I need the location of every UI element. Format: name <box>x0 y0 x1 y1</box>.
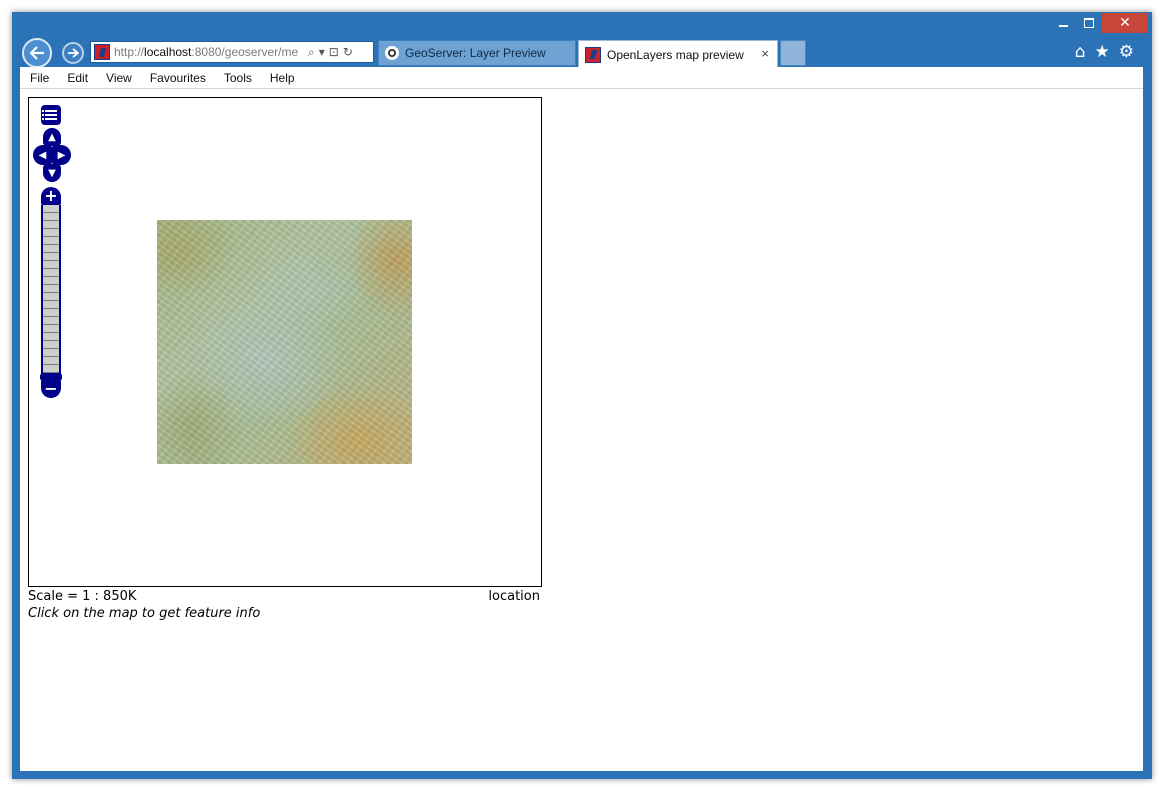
dropdown-icon[interactable]: ▾ <box>319 45 325 59</box>
browser-window: ✕ http://localhost:8080/geoserver/me ⌕ ▾… <box>12 12 1152 779</box>
menu-help[interactable]: Help <box>260 71 303 85</box>
url-text: http://localhost:8080/geoserver/me <box>114 45 299 59</box>
zoom-in-button[interactable]: + <box>41 187 61 205</box>
maximize-button[interactable] <box>1076 13 1102 33</box>
close-tab-icon[interactable]: × <box>761 46 769 61</box>
map-footer: Scale = 1 : 850K location <box>28 589 542 605</box>
forward-arrow-icon <box>68 48 79 58</box>
minimize-button[interactable] <box>1050 13 1076 33</box>
menu-file[interactable]: File <box>20 71 57 85</box>
navigation-row: http://localhost:8080/geoserver/me ⌕ ▾ ⊡… <box>20 38 1144 68</box>
geoserver-favicon-icon <box>585 46 601 63</box>
address-bar-icons: ⌕ ▾ ⊡ ↻ <box>306 45 355 60</box>
scale-label: Scale = 1 : 850K <box>28 589 137 604</box>
tab-geoserver-layer-preview[interactable]: GeoServer: Layer Preview <box>378 40 576 66</box>
pan-left-button[interactable]: ◀ <box>33 145 52 165</box>
browser-toolbar-icons: ⌂ ★ ⚙ <box>1066 40 1134 64</box>
compatibility-view-icon[interactable]: ⊡ <box>329 45 339 59</box>
map-viewport[interactable]: ▲ ◀ ▶ ▼ + − <box>28 97 542 587</box>
feature-info-hint: Click on the map to get feature info <box>28 606 261 621</box>
back-button[interactable] <box>22 38 52 68</box>
page-content: ▲ ◀ ▶ ▼ + − Scale = 1 : 850K location Cl… <box>20 89 1143 771</box>
favorites-star-icon[interactable]: ★ <box>1095 42 1110 62</box>
search-icon[interactable]: ⌕ <box>308 45 315 60</box>
home-icon[interactable]: ⌂ <box>1075 42 1086 62</box>
settings-gear-icon[interactable]: ⚙ <box>1119 42 1134 62</box>
address-bar[interactable]: http://localhost:8080/geoserver/me ⌕ ▾ ⊡… <box>90 41 374 63</box>
tab-openlayers-map-preview[interactable]: OpenLayers map preview × <box>578 40 778 68</box>
refresh-icon[interactable]: ↻ <box>343 45 353 59</box>
layer-switcher-icon[interactable] <box>41 105 61 125</box>
close-window-button[interactable]: ✕ <box>1102 13 1148 33</box>
menu-favourites[interactable]: Favourites <box>140 71 214 85</box>
menu-view[interactable]: View <box>96 71 140 85</box>
menu-edit[interactable]: Edit <box>57 71 96 85</box>
minimize-icon <box>1058 25 1068 27</box>
pan-down-button[interactable]: ▼ <box>43 164 61 182</box>
maximize-icon <box>1084 18 1094 28</box>
geoserver-tab-icon <box>385 46 399 60</box>
tab-label: OpenLayers map preview <box>607 47 744 62</box>
location-readout: location <box>488 589 540 604</box>
menu-tools[interactable]: Tools <box>214 71 260 85</box>
new-tab-button[interactable] <box>780 40 806 66</box>
forward-button[interactable] <box>62 42 84 64</box>
zoom-bar[interactable] <box>41 205 61 375</box>
menu-bar: File Edit View Favourites Tools Help <box>20 67 1143 89</box>
window-controls: ✕ <box>1050 13 1148 33</box>
pan-right-button[interactable]: ▶ <box>52 145 71 165</box>
pan-up-button[interactable]: ▲ <box>43 128 61 146</box>
pan-control: ▲ ◀ ▶ ▼ <box>33 128 71 184</box>
tab-label: GeoServer: Layer Preview <box>405 46 546 60</box>
zoom-out-button[interactable]: − <box>41 380 61 398</box>
terrain-raster-layer[interactable] <box>157 220 412 464</box>
geoserver-favicon-icon <box>94 44 110 60</box>
back-arrow-icon <box>29 46 44 60</box>
